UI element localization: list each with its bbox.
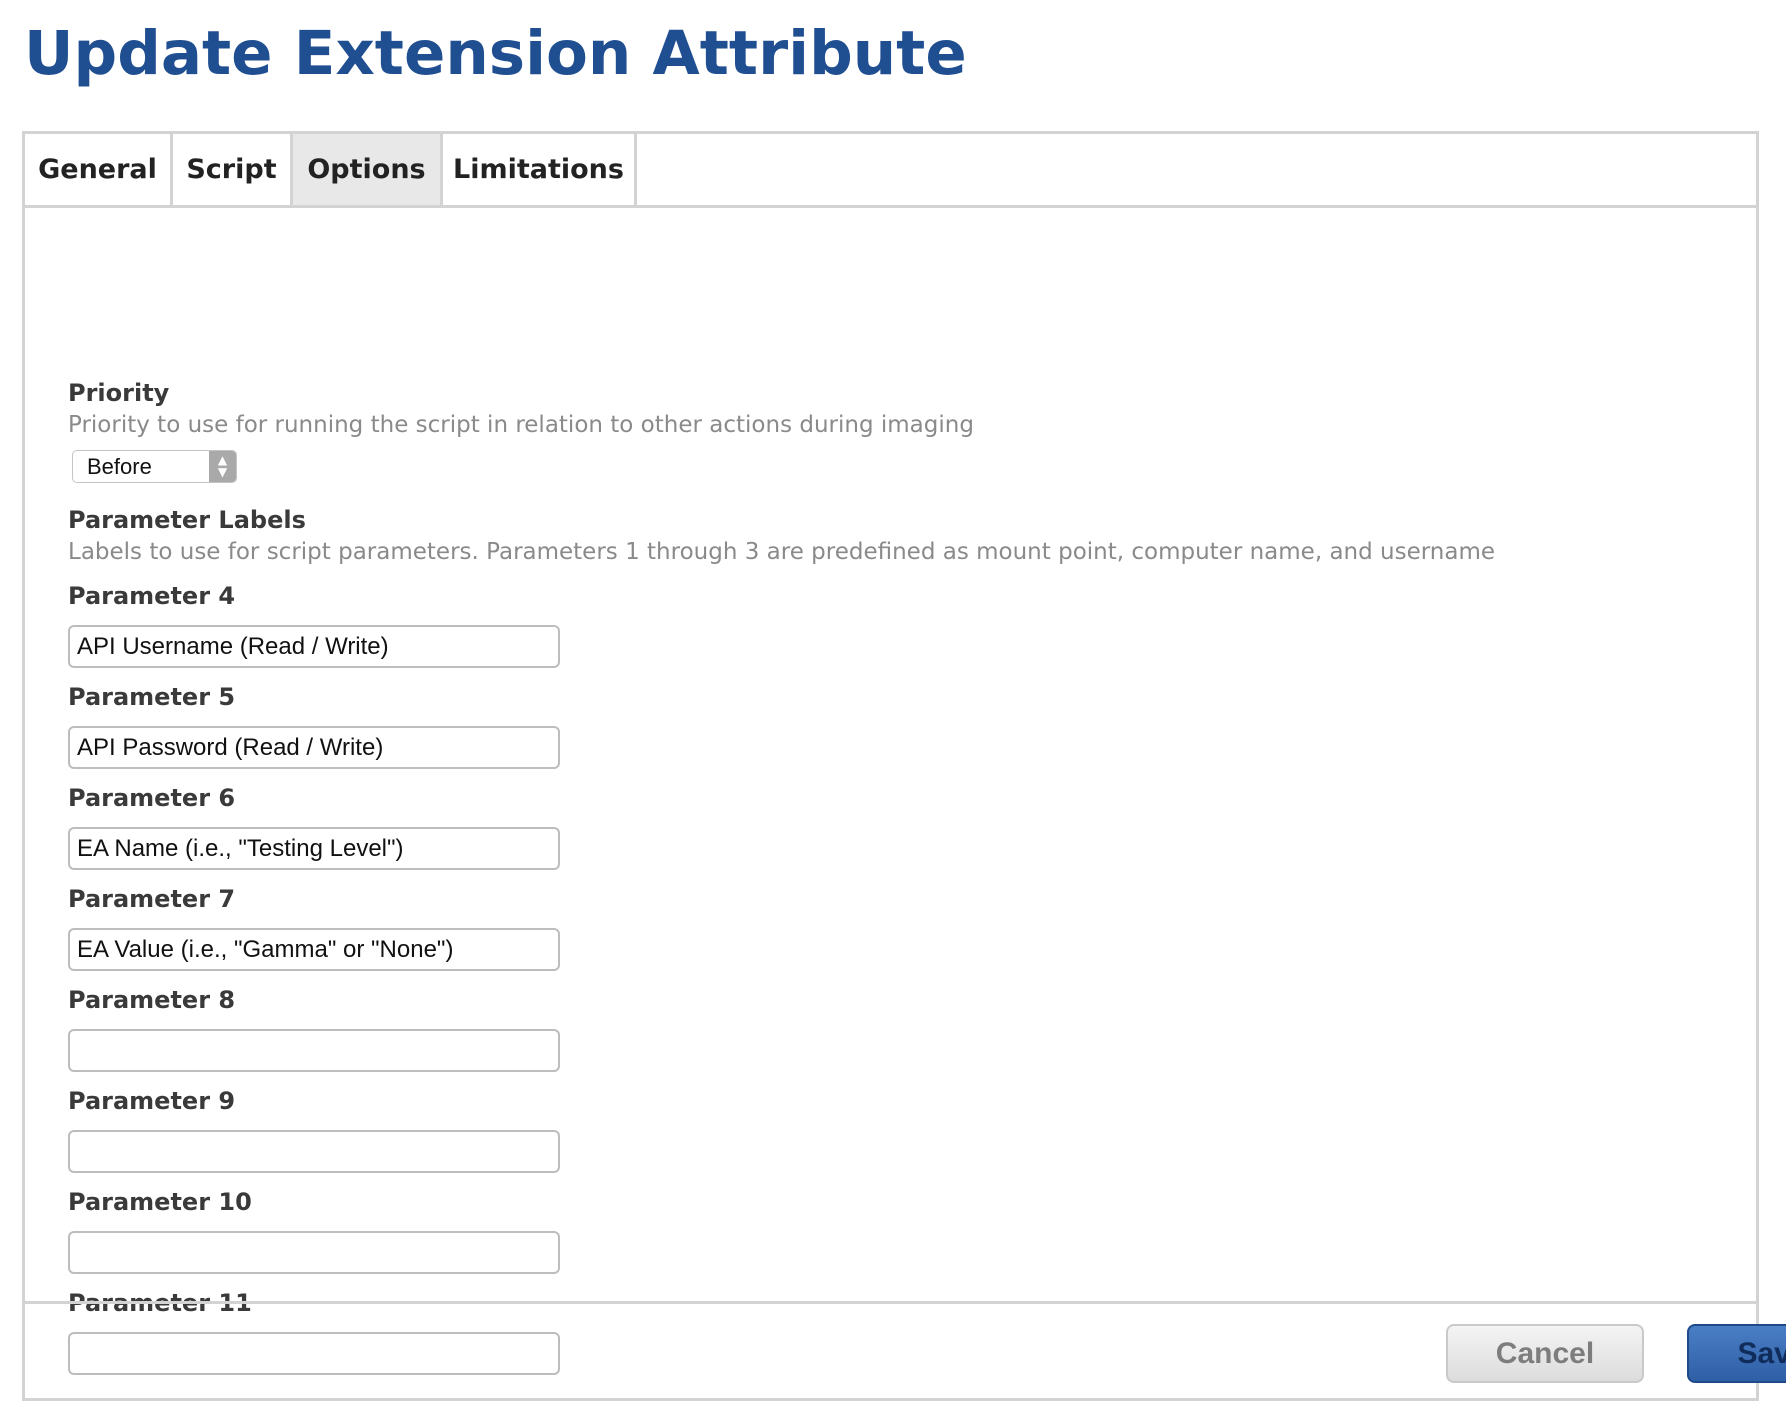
parameter-10-input[interactable]	[68, 1231, 560, 1274]
parameter-10-label: Parameter 10	[68, 1188, 252, 1216]
parameter-4-input[interactable]	[68, 625, 560, 668]
priority-description: Priority to use for running the script i…	[68, 412, 974, 438]
priority-select[interactable]: Before ▲ ▼	[72, 450, 237, 483]
priority-label: Priority	[68, 379, 170, 407]
parameter-8-label: Parameter 8	[68, 986, 236, 1014]
select-arrows-icon: ▲ ▼	[209, 451, 236, 482]
parameter-7-input[interactable]	[68, 928, 560, 971]
parameter-8-input[interactable]	[68, 1029, 560, 1072]
tab-options[interactable]: Options	[293, 134, 443, 205]
form-footer: Cancel Save	[25, 1301, 1786, 1401]
parameter-9-input[interactable]	[68, 1130, 560, 1173]
parameter-4-label: Parameter 4	[68, 582, 236, 610]
tab-limitations[interactable]: Limitations	[443, 134, 637, 205]
parameter-labels-heading: Parameter Labels	[68, 506, 306, 534]
parameter-9-label: Parameter 9	[68, 1087, 236, 1115]
cancel-button[interactable]: Cancel	[1446, 1324, 1644, 1383]
tab-bar: General Script Options Limitations	[25, 134, 1756, 208]
parameter-5-input[interactable]	[68, 726, 560, 769]
parameter-6-label: Parameter 6	[68, 784, 236, 812]
tab-general[interactable]: General	[25, 134, 173, 205]
page-title: Update Extension Attribute	[24, 18, 967, 89]
save-button[interactable]: Save	[1687, 1324, 1786, 1383]
parameter-5-label: Parameter 5	[68, 683, 236, 711]
parameter-labels-description: Labels to use for script parameters. Par…	[68, 539, 1496, 565]
parameter-7-label: Parameter 7	[68, 885, 236, 913]
parameter-6-input[interactable]	[68, 827, 560, 870]
options-panel: General Script Options Limitations Prior…	[22, 131, 1786, 1401]
priority-select-value: Before	[87, 454, 152, 479]
tab-script[interactable]: Script	[173, 134, 293, 205]
